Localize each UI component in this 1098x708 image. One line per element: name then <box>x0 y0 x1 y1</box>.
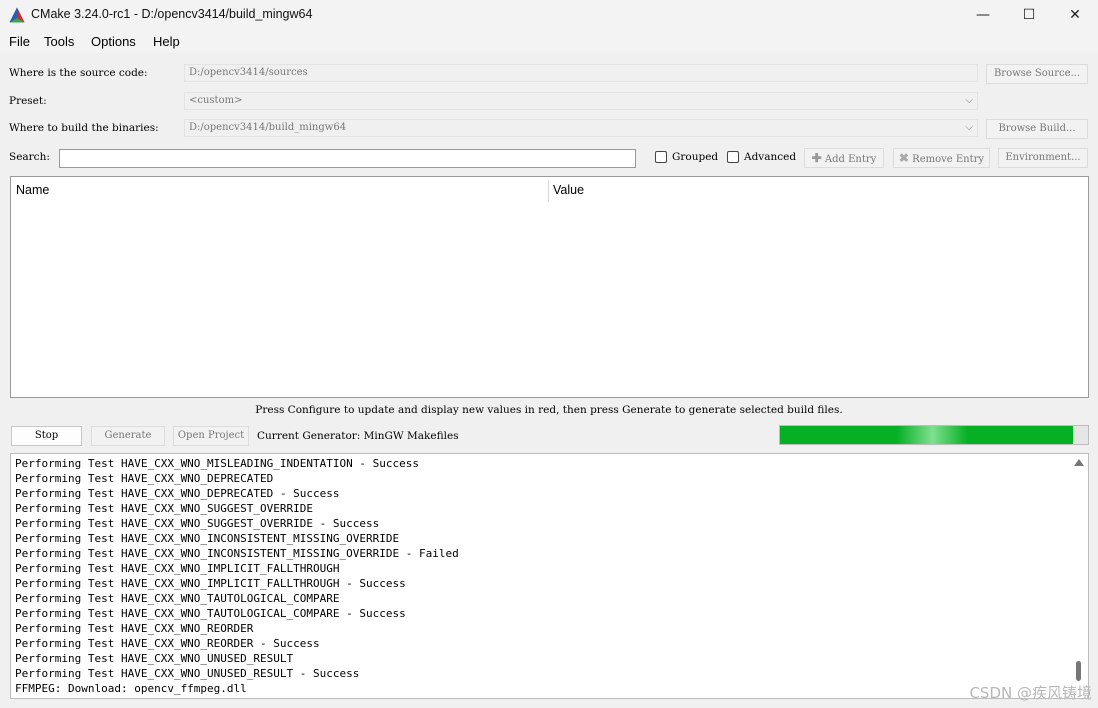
chevron-down-icon: ⌵ <box>965 95 973 106</box>
log-scrollbar[interactable] <box>1070 454 1088 698</box>
grouped-label: Grouped <box>672 151 719 163</box>
cache-table[interactable]: Name Value <box>10 176 1089 398</box>
menu-file[interactable]: File <box>9 34 30 49</box>
minimize-icon: — <box>976 7 990 23</box>
minimize-button[interactable]: — <box>960 0 1006 30</box>
remove-entry-button[interactable]: ✖ Remove Entry <box>893 148 990 168</box>
remove-x-icon: ✖ <box>898 151 909 165</box>
menu-tools[interactable]: Tools <box>44 34 74 49</box>
current-generator: Current Generator: MinGW Makefiles <box>257 430 459 442</box>
remove-entry-label: Remove Entry <box>912 154 985 165</box>
log-line: Performing Test HAVE_CXX_WNO_TAUTOLOGICA… <box>15 607 406 620</box>
log-line: Performing Test HAVE_CXX_WNO_REORDER - S… <box>15 637 320 650</box>
log-line: Performing Test HAVE_CXX_WNO_TAUTOLOGICA… <box>15 592 340 605</box>
column-name-header[interactable]: Name <box>16 183 49 197</box>
watermark: CSDN @疾风铸境 <box>969 684 1092 702</box>
generate-button[interactable]: Generate <box>91 426 165 446</box>
plus-icon: ✚ <box>811 151 822 165</box>
title-bar: CMake 3.24.0-rc1 - D:/opencv3414/build_m… <box>0 0 1098 31</box>
configure-hint: Press Configure to update and display ne… <box>255 404 843 416</box>
build-path-value: D:/opencv3414/build_mingw64 <box>189 122 347 133</box>
browse-build-button[interactable]: Browse Build... <box>986 119 1088 139</box>
log-line: Performing Test HAVE_CXX_WNO_SUGGEST_OVE… <box>15 517 380 530</box>
advanced-label: Advanced <box>744 151 797 163</box>
environment-button[interactable]: Environment... <box>998 148 1088 168</box>
menu-bar: File Tools Options Help <box>0 30 1098 52</box>
build-label: Where to build the binaries: <box>9 122 159 134</box>
open-project-button[interactable]: Open Project <box>173 426 249 446</box>
log-line: Performing Test HAVE_CXX_WNO_INCONSISTEN… <box>15 547 459 560</box>
log-line: Performing Test HAVE_CXX_WNO_UNUSED_RESU… <box>15 652 294 665</box>
output-log[interactable]: Performing Test HAVE_CXX_WNO_MISLEADING_… <box>10 453 1089 699</box>
menu-options[interactable]: Options <box>91 34 136 49</box>
add-entry-button[interactable]: ✚ Add Entry <box>804 148 884 168</box>
scroll-up-arrow-icon[interactable] <box>1074 459 1084 466</box>
log-line: Performing Test HAVE_CXX_WNO_IMPLICIT_FA… <box>15 577 406 590</box>
log-line: Performing Test HAVE_CXX_WNO_DEPRECATED <box>15 472 274 485</box>
cmake-logo-icon <box>9 7 25 23</box>
browse-source-button[interactable]: Browse Source... <box>986 64 1088 84</box>
log-line: Performing Test HAVE_CXX_WNO_SUGGEST_OVE… <box>15 502 314 515</box>
preset-combo[interactable]: <custom> ⌵ <box>184 92 978 110</box>
close-icon: ✕ <box>1069 7 1081 23</box>
add-entry-label: Add Entry <box>824 154 877 165</box>
progress-fill <box>780 426 1073 444</box>
log-line: Performing Test HAVE_CXX_WNO_REORDER <box>15 622 254 635</box>
chevron-down-icon: ⌵ <box>965 122 973 133</box>
search-label: Search: <box>9 151 50 163</box>
maximize-icon: ☐ <box>1022 7 1036 23</box>
search-input[interactable] <box>59 149 636 168</box>
grouped-checkbox[interactable] <box>655 151 667 163</box>
log-line: Performing Test HAVE_CXX_WNO_INCONSISTEN… <box>15 532 400 545</box>
source-path-value: D:/opencv3414/sources <box>189 67 308 78</box>
column-value-header[interactable]: Value <box>553 183 584 197</box>
log-line: Performing Test HAVE_CXX_WNO_IMPLICIT_FA… <box>15 562 340 575</box>
source-label: Where is the source code: <box>9 67 148 79</box>
source-path-field[interactable]: D:/opencv3414/sources <box>184 64 978 82</box>
window-title: CMake 3.24.0-rc1 - D:/opencv3414/build_m… <box>31 7 313 21</box>
log-line: FFMPEG: Download: opencv_ffmpeg.dll <box>15 682 247 695</box>
log-line: Performing Test HAVE_CXX_WNO_MISLEADING_… <box>15 457 419 470</box>
build-path-combo[interactable]: D:/opencv3414/build_mingw64 ⌵ <box>184 119 978 137</box>
log-line: Performing Test HAVE_CXX_WNO_DEPRECATED … <box>15 487 340 500</box>
scroll-thumb[interactable] <box>1076 661 1081 681</box>
progress-bar <box>779 425 1089 445</box>
menu-help[interactable]: Help <box>153 34 180 49</box>
advanced-checkbox[interactable] <box>727 151 739 163</box>
log-lines: Performing Test HAVE_CXX_WNO_MISLEADING_… <box>15 456 459 696</box>
stop-button[interactable]: Stop <box>11 426 82 446</box>
preset-value: <custom> <box>189 95 243 106</box>
close-button[interactable]: ✕ <box>1052 0 1098 30</box>
maximize-button[interactable]: ☐ <box>1006 0 1052 30</box>
column-divider <box>548 180 549 202</box>
preset-label: Preset: <box>9 95 47 107</box>
log-line: Performing Test HAVE_CXX_WNO_UNUSED_RESU… <box>15 667 360 680</box>
